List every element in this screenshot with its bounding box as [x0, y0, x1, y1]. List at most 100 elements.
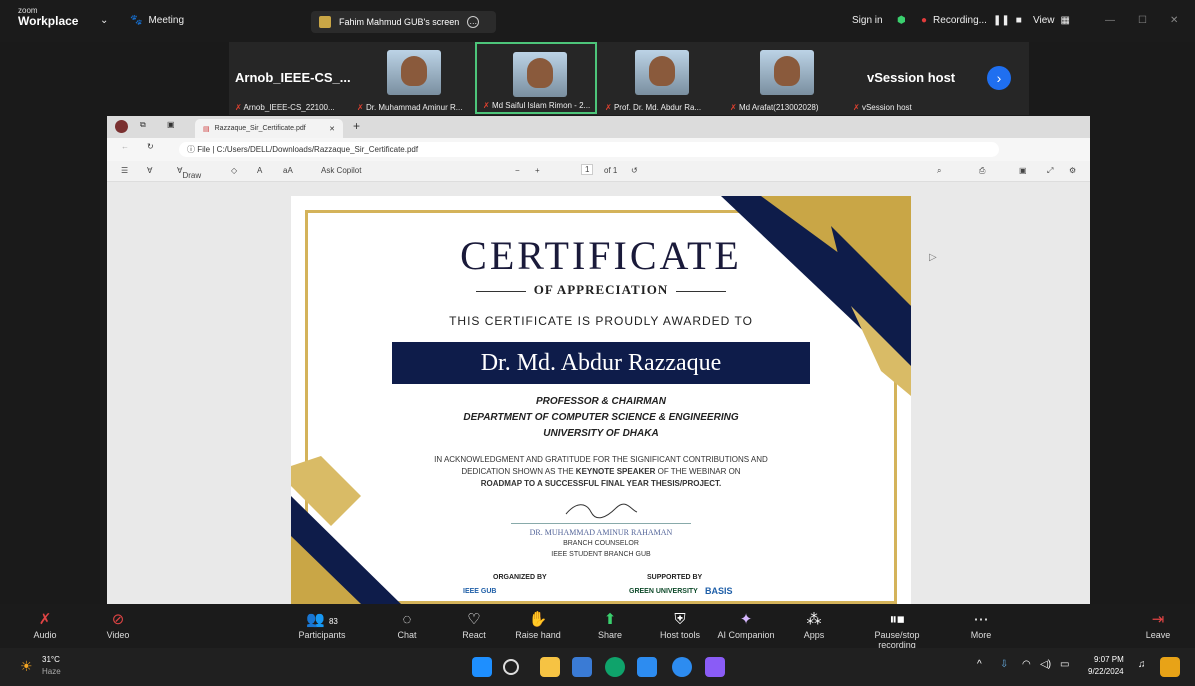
clock-time[interactable]: 9:07 PM — [1094, 655, 1124, 664]
workspaces-icon[interactable]: ⧉ — [140, 120, 146, 130]
new-tab-icon[interactable]: + — [353, 119, 360, 133]
tab-pdf[interactable]: ▤ Razzaque_Sir_Certificate.pdf ✕ — [195, 119, 343, 138]
ack-line-2c: OF THE WEBINAR ON — [655, 467, 741, 476]
logo-big-text: Workplace — [18, 14, 79, 28]
draw-tool[interactable]: ∀ Draw — [177, 166, 201, 180]
next-page-button[interactable]: › — [987, 66, 1011, 90]
url-prefix: File — [197, 145, 211, 154]
fullscreen-icon[interactable]: ⤢ — [1047, 166, 1053, 176]
network-icon[interactable]: ⇩ — [1000, 659, 1008, 670]
minimize-icon[interactable]: — — [1105, 15, 1115, 26]
app-icon[interactable] — [705, 657, 725, 677]
text-icon[interactable]: A — [257, 166, 262, 175]
participant-name: Arnob_IEEE-CS_22100... — [235, 103, 353, 112]
search-icon[interactable] — [503, 659, 519, 675]
highlight-icon[interactable]: ∀ — [147, 166, 152, 175]
windows-start-icon[interactable] — [472, 657, 492, 677]
signer-branch: IEEE STUDENT BRANCH GUB — [551, 551, 651, 558]
participant-tile-active[interactable]: Md Saiful Islam Rimon - 2... — [475, 42, 597, 114]
audio-button[interactable]: ✗ Audio — [5, 610, 85, 640]
tab-close-icon[interactable]: ✕ — [329, 125, 335, 133]
more-button[interactable]: ⋯ More — [941, 610, 1021, 640]
security-shield-icon[interactable]: ⬢ — [897, 15, 906, 26]
view-menu[interactable]: View ▦ — [1033, 15, 1070, 26]
print-icon[interactable]: ⎙ — [979, 166, 985, 176]
store-icon[interactable] — [572, 657, 592, 677]
host-name-large: vSession host — [867, 70, 956, 85]
pdf-icon: ▤ — [203, 125, 210, 133]
certificate-subtitle: OF APPRECIATION — [291, 282, 911, 298]
refresh-icon[interactable]: ↻ — [147, 142, 154, 151]
leave-button[interactable]: ⇥ Leave — [1118, 610, 1195, 640]
tab-title: Razzaque_Sir_Certificate.pdf — [214, 125, 306, 132]
notification-bell-icon[interactable]: ♫ — [1138, 659, 1146, 670]
acknowledgment-text: IN ACKNOWLEDGMENT AND GRATITUDE FOR THE … — [291, 454, 911, 490]
participant-tile[interactable]: Dr. Muhammad Aminur R... — [351, 42, 473, 114]
search-icon[interactable]: ⌕ — [937, 166, 941, 176]
share-button[interactable]: ⬆ Share — [570, 610, 650, 640]
participant-tile[interactable]: vSession host vSession host — [847, 42, 969, 114]
chevron-down-icon[interactable]: ⌄ — [100, 15, 108, 26]
stop-icon[interactable]: ■ — [1016, 15, 1022, 26]
vscode-icon[interactable] — [637, 657, 657, 677]
zoom-out-icon[interactable]: − — [515, 166, 520, 175]
read-aloud-icon[interactable]: aA — [283, 166, 293, 175]
shared-browser-window: ⧉ ▣ ▤ Razzaque_Sir_Certificate.pdf ✕ + ←… — [107, 116, 1090, 604]
raise-hand-label: Raise hand — [515, 630, 561, 640]
raise-hand-button[interactable]: ✋ Raise hand — [498, 610, 578, 640]
share-label: Share — [597, 630, 623, 640]
grid-icon: ▦ — [1060, 15, 1070, 26]
close-icon[interactable]: ✕ — [1170, 15, 1178, 26]
subtitle-text: OF APPRECIATION — [533, 282, 669, 297]
zoom-icon[interactable] — [672, 657, 692, 677]
weather-temp[interactable]: 31°C — [42, 655, 60, 664]
tab-actions-icon[interactable]: ▣ — [167, 120, 175, 129]
save-icon[interactable]: ▣ — [1019, 166, 1027, 175]
file-explorer-icon[interactable] — [540, 657, 560, 677]
weather-condition: Haze — [42, 667, 61, 676]
wifi-icon[interactable]: ◠ — [1022, 659, 1031, 670]
participant-tile[interactable]: Arnob_IEEE-CS_22100... — [229, 42, 351, 114]
apps-button[interactable]: ⁂ Apps — [774, 610, 854, 640]
edge-icon[interactable] — [605, 657, 625, 677]
screen-share-pill[interactable]: Fahim Mahmud GUB's screen … — [311, 11, 496, 33]
basis-logo: BASIS — [705, 586, 733, 596]
clock-date[interactable]: 9/22/2024 — [1088, 667, 1124, 676]
zoom-in-icon[interactable]: + — [535, 166, 540, 175]
participant-name: vSession host — [853, 103, 971, 112]
profile-avatar-icon[interactable] — [115, 120, 128, 133]
draw-label: Draw — [182, 171, 202, 180]
zoom-top-bar: zoom Workplace ⌄ 🐾 Meeting Fahim Mahmud … — [0, 0, 1195, 42]
volume-icon[interactable]: ◁) — [1040, 659, 1051, 670]
back-icon[interactable]: ← — [121, 142, 129, 151]
address-bar[interactable]: ⓘ File | C:/Users/DELL/Downloads/Razzaqu… — [179, 142, 999, 157]
pause-icon[interactable]: ❚❚ — [993, 15, 1010, 26]
page-number-input[interactable]: 1 — [581, 164, 594, 175]
pause-stop-recording-button[interactable]: ⏸⏹ Pause/stop recording — [857, 610, 937, 650]
certificate-title: CERTIFICATE — [460, 233, 742, 278]
video-button[interactable]: ⊘ Video — [78, 610, 158, 640]
pdf-toolbar: ☰ ∀ ∀ Draw ◇ A aA Ask Copilot − + 1 of 1… — [107, 161, 1090, 182]
ieee-gub-logo: IEEE GUB — [463, 588, 497, 595]
meeting-menu[interactable]: 🐾 Meeting — [130, 15, 184, 26]
recording-indicator[interactable]: ● Recording... ❚❚ ■ — [921, 15, 1022, 26]
copilot-icon[interactable] — [1160, 657, 1180, 677]
maximize-icon[interactable]: ☐ — [1138, 15, 1147, 26]
eraser-icon[interactable]: ◇ — [231, 166, 237, 175]
menu-icon[interactable]: ☰ — [121, 166, 128, 175]
participant-tile[interactable]: Prof. Dr. Md. Abdur Ra... — [599, 42, 721, 114]
battery-icon[interactable]: ▭ — [1060, 659, 1069, 670]
participant-video — [635, 50, 689, 95]
participants-button[interactable]: 👥 83 Participants — [282, 610, 362, 640]
more-icon[interactable]: … — [467, 16, 480, 28]
ack-line-3: ROADMAP TO A SUCCESSFUL FINAL YEAR THESI… — [480, 479, 722, 488]
tray-chevron-icon[interactable]: ^ — [977, 659, 982, 670]
participants-icon: 👥 83 — [306, 611, 338, 628]
rotate-icon[interactable]: ↺ — [631, 166, 638, 175]
participant-tile[interactable]: Md Arafat(213002028) — [724, 42, 846, 114]
mic-muted-icon: ✗ — [38, 611, 52, 628]
settings-icon[interactable]: ⚙ — [1069, 166, 1076, 175]
green-university-logo: GREEN UNIVERSITY — [629, 588, 698, 595]
ask-copilot-button[interactable]: Ask Copilot — [321, 166, 361, 175]
sign-in-link[interactable]: Sign in — [852, 15, 883, 26]
